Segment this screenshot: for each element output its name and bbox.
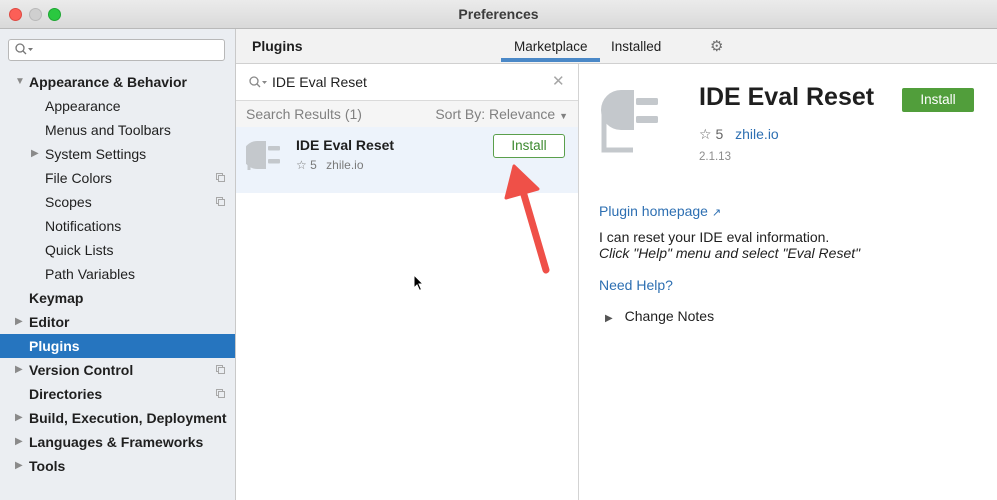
need-help-link[interactable]: Need Help? <box>599 277 673 293</box>
sidebar-item-languages-frameworks[interactable]: ▶ Languages & Frameworks <box>0 430 235 454</box>
sidebar-item-directories[interactable]: Directories <box>0 382 235 406</box>
plugin-plug-icon <box>601 90 658 153</box>
results-count: Search Results (1) <box>246 106 362 122</box>
sidebar-item-label: Scopes <box>45 194 92 210</box>
sidebar-item-path-variables[interactable]: Path Variables <box>0 262 235 286</box>
sidebar-item-menus-toolbars[interactable]: Menus and Toolbars <box>0 118 235 142</box>
sort-dropdown[interactable]: Sort By: Relevance ▼ <box>435 106 568 122</box>
plugins-header: Plugins Marketplace Installed ⚙ <box>236 29 997 64</box>
page-title: Plugins <box>252 38 303 54</box>
collapsed-arrow-icon: ▶ <box>31 148 39 159</box>
sidebar-item-file-colors[interactable]: File Colors <box>0 166 235 190</box>
change-notes-label: Change Notes <box>624 308 715 324</box>
plugin-vendor: zhile.io <box>326 158 364 172</box>
sidebar-item-quick-lists[interactable]: Quick Lists <box>0 238 235 262</box>
settings-search-input[interactable] <box>8 39 225 61</box>
collapsed-arrow-icon: ▶ <box>15 412 23 423</box>
collapsed-arrow-icon: ▶ <box>15 316 23 327</box>
plugin-homepage-link[interactable]: Plugin homepage ↗ <box>599 203 721 219</box>
search-icon <box>249 76 267 88</box>
active-tab-indicator <box>501 58 600 62</box>
install-button[interactable]: Install <box>493 134 565 158</box>
sidebar-item-label: System Settings <box>45 146 147 162</box>
sidebar-item-tools[interactable]: ▶ Tools <box>0 454 235 478</box>
sidebar-item-system-settings[interactable]: ▶ System Settings <box>0 142 235 166</box>
vendor-link[interactable]: zhile.io <box>735 126 779 142</box>
sidebar-item-label: Appearance & Behavior <box>29 74 187 90</box>
sort-label: Sort By: Relevance <box>435 106 556 122</box>
expanded-arrow-icon: ▼ <box>15 76 25 87</box>
external-link-icon: ↗ <box>711 207 722 219</box>
window-titlebar: Preferences <box>0 0 997 29</box>
plugin-detail-meta: ☆ 5 zhile.io <box>699 126 779 143</box>
sidebar-item-keymap[interactable]: Keymap <box>0 286 235 310</box>
window-title: Preferences <box>458 6 539 22</box>
plugin-version: 2.1.13 <box>699 151 731 163</box>
search-icon <box>15 43 33 55</box>
sidebar-item-label: Menus and Toolbars <box>45 122 171 138</box>
gear-icon[interactable]: ⚙ <box>710 37 723 55</box>
sidebar-item-label: Tools <box>29 458 66 474</box>
sidebar-item-label: Path Variables <box>45 266 136 282</box>
sidebar-item-label: Directories <box>29 386 103 402</box>
sidebar-item-build-execution-deployment[interactable]: ▶ Build, Execution, Deployment <box>0 406 235 430</box>
chevron-down-icon: ▼ <box>559 111 568 121</box>
sidebar-item-notifications[interactable]: Notifications <box>0 214 235 238</box>
collapsed-arrow-icon: ▶ <box>15 364 23 375</box>
sidebar-item-label: Plugins <box>29 338 80 354</box>
sidebar-item-appearance[interactable]: Appearance <box>0 94 235 118</box>
plugin-meta: ☆ 5 zhile.io <box>296 158 364 172</box>
sidebar-item-label: Keymap <box>29 290 84 306</box>
sidebar-item-label: Build, Execution, Deployment <box>29 410 227 426</box>
tab-installed[interactable]: Installed <box>611 39 661 54</box>
sidebar-item-version-control[interactable]: ▶ Version Control <box>0 358 235 382</box>
tab-marketplace[interactable]: Marketplace <box>514 39 588 54</box>
plugin-detail-name: IDE Eval Reset <box>699 83 875 111</box>
sidebar-item-label: Appearance <box>45 98 121 114</box>
annotation-arrow <box>504 164 550 274</box>
clear-icon[interactable]: ✕ <box>552 72 565 90</box>
homepage-label: Plugin homepage <box>599 203 708 219</box>
plugin-description-line2: Click "Help" menu and select "Eval Reset… <box>599 245 861 261</box>
sidebar-item-label: Languages & Frameworks <box>29 434 204 450</box>
sidebar-item-appearance-behavior[interactable]: ▼ Appearance & Behavior <box>0 70 235 94</box>
panel-divider <box>578 64 579 500</box>
sidebar-item-scopes[interactable]: Scopes <box>0 190 235 214</box>
sidebar-item-label: File Colors <box>45 170 112 186</box>
sidebar-item-label: Version Control <box>29 362 134 378</box>
plugin-rating: 5 <box>310 158 317 172</box>
plugin-search-input[interactable]: IDE Eval Reset ✕ <box>236 64 578 101</box>
plugin-rating: 5 <box>715 126 724 142</box>
sidebar-item-label: Editor <box>29 314 70 330</box>
copy-icon <box>216 197 225 206</box>
pointer-cursor <box>413 274 425 292</box>
collapsed-arrow-icon: ▶ <box>605 313 613 324</box>
install-button-primary[interactable]: Install <box>902 88 974 112</box>
search-input-value: IDE Eval Reset <box>272 74 367 90</box>
plugin-plug-icon <box>246 141 280 170</box>
copy-icon <box>216 365 225 374</box>
sidebar-item-plugins[interactable]: Plugins <box>0 334 235 358</box>
collapsed-arrow-icon: ▶ <box>15 436 23 447</box>
star-icon: ☆ <box>296 158 307 172</box>
sidebar-item-label: Notifications <box>45 218 122 234</box>
sidebar-item-editor[interactable]: ▶ Editor <box>0 310 235 334</box>
results-header: Search Results (1) Sort By: Relevance ▼ <box>236 101 578 127</box>
settings-sidebar: ▼ Appearance & Behavior Appearance Menus… <box>0 29 236 500</box>
copy-icon <box>216 389 225 398</box>
collapsed-arrow-icon: ▶ <box>15 460 23 471</box>
copy-icon <box>216 173 225 182</box>
sidebar-item-label: Quick Lists <box>45 242 114 258</box>
plugin-name: IDE Eval Reset <box>296 137 395 153</box>
star-icon: ☆ <box>699 126 712 142</box>
plugin-description-line1: I can reset your IDE eval information. <box>599 229 830 245</box>
change-notes-toggle[interactable]: ▶ Change Notes <box>605 308 714 324</box>
